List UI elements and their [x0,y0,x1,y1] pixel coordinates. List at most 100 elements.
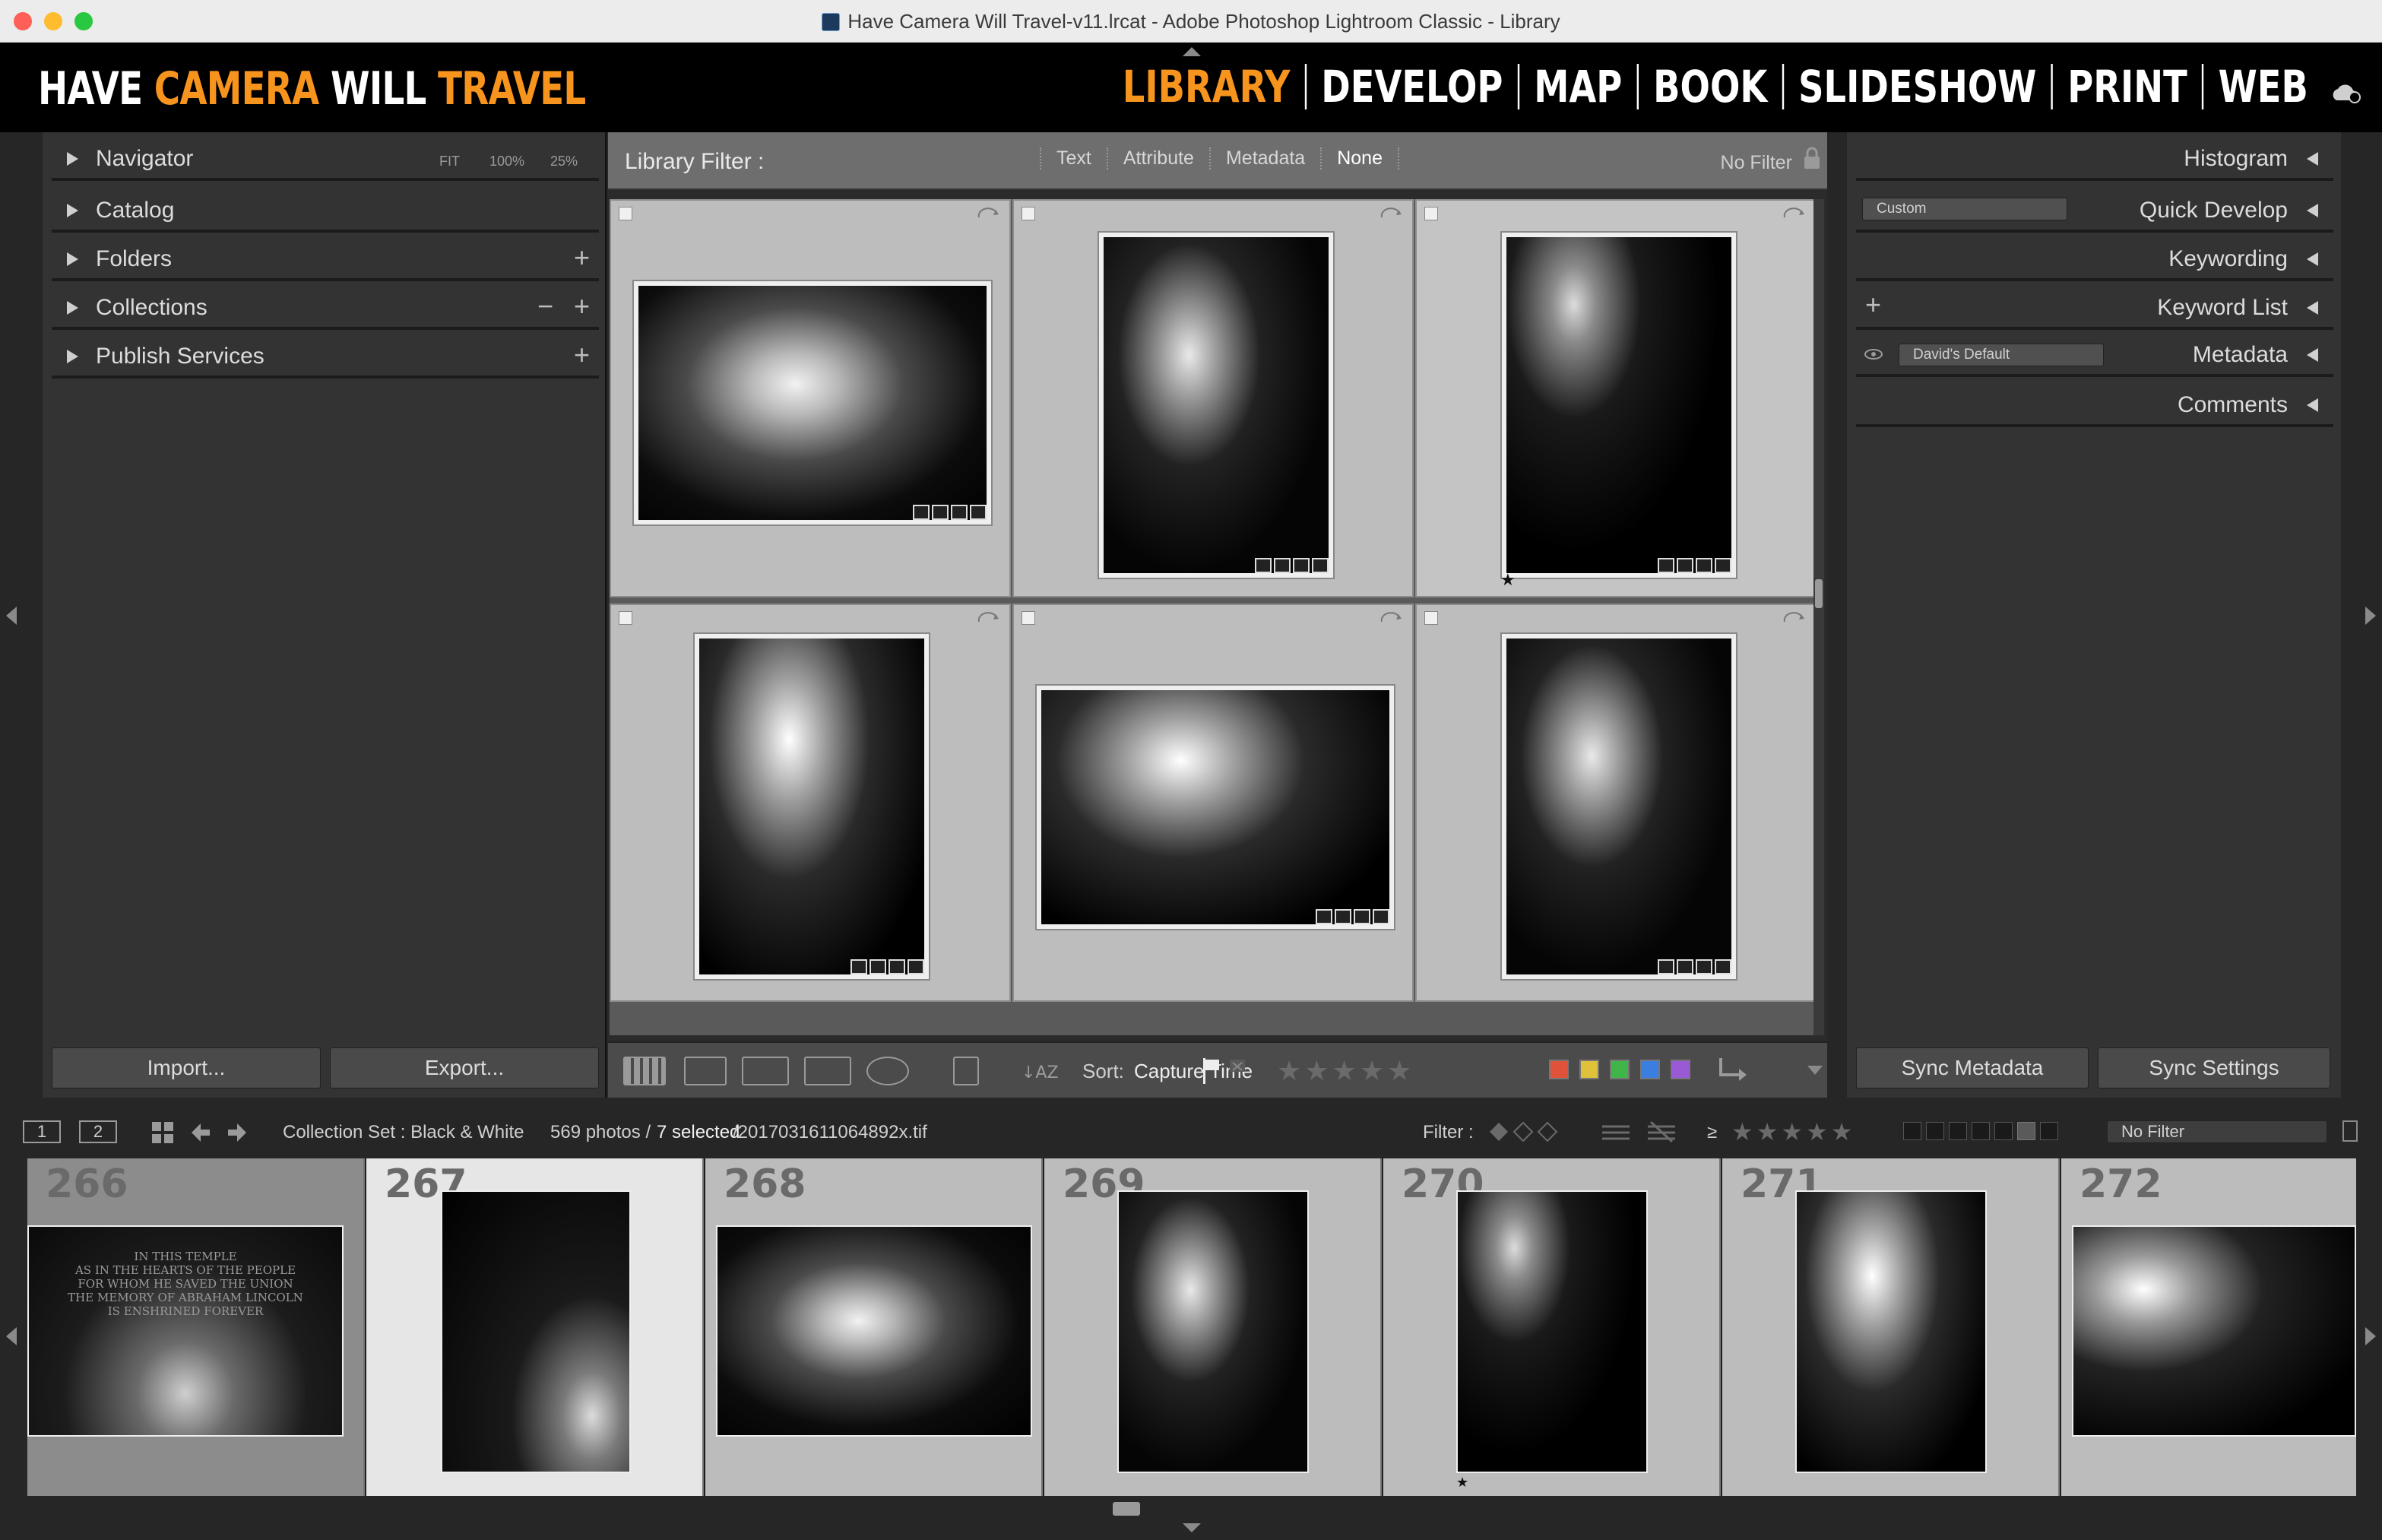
zoom-25[interactable]: 25% [550,154,578,170]
color-filter-swatch[interactable] [2040,1122,2058,1140]
people-view-icon[interactable] [866,1057,909,1085]
rating-filter-stars[interactable]: ★★★★★ [1731,1117,1855,1146]
collections-header[interactable]: Collections − + [52,284,599,330]
photo-thumbnail[interactable] [1456,1190,1648,1473]
star-rating-control[interactable]: ★★★★★ [1277,1055,1414,1087]
filmstrip-cell[interactable]: 266 IN THIS TEMPLE AS IN THE HEARTS OF T… [27,1158,365,1496]
flag-icon[interactable] [619,611,632,625]
flag-filter-icons[interactable] [1487,1120,1563,1143]
photo-thumbnail[interactable] [1500,231,1737,579]
quick-develop-header[interactable]: Custom Quick Develop [1856,187,2333,233]
filmstrip-filter-preset-select[interactable]: No Filter [2107,1120,2327,1143]
filter-tab-attribute[interactable]: Attribute [1106,147,1209,170]
color-filter-swatch[interactable] [1903,1122,1921,1140]
flag-icon[interactable] [1022,611,1035,625]
rotate-icon[interactable] [1379,611,1405,628]
color-label-red[interactable] [1549,1060,1569,1079]
star-rating[interactable]: ★ [1456,1475,1468,1491]
add-publish-service-icon[interactable]: + [574,339,590,371]
rotate-right-icon[interactable] [1716,1055,1751,1085]
module-slideshow[interactable]: SLIDESHOW [1784,64,2054,109]
add-collection-icon[interactable]: + [574,290,590,322]
collapse-triangle-icon[interactable] [2307,398,2318,412]
collapse-triangle-icon[interactable] [2307,152,2318,166]
left-panel-toggle-icon[interactable] [6,607,17,625]
grid-cell[interactable] [1415,604,1817,1002]
filter-lock-icon[interactable] [2342,1120,2358,1142]
grid-cell[interactable] [610,199,1011,597]
filmstrip-cell[interactable]: 271 [1722,1158,2060,1496]
flag-pick-icon[interactable] [1201,1057,1222,1085]
grid-scrollbar[interactable] [1813,199,1824,1035]
metadata-header[interactable]: David's Default Metadata [1856,331,2333,377]
color-label-blue[interactable] [1640,1060,1660,1079]
metadata-preset-select[interactable]: David's Default [1899,344,2104,366]
grid-view-icon[interactable] [623,1057,666,1085]
photo-thumbnail[interactable] [441,1190,631,1473]
rotate-icon[interactable] [1782,611,1807,628]
flag-icon[interactable] [619,207,632,220]
photo-thumbnail[interactable] [1035,684,1395,930]
flag-icon[interactable] [1424,207,1438,220]
color-filter-swatch[interactable] [2017,1122,2035,1140]
filter-tab-none[interactable]: None [1320,147,1399,170]
cloud-sync-icon[interactable] [2329,81,2362,103]
color-filter-swatch[interactable] [1972,1122,1990,1140]
add-keyword-icon[interactable]: + [1865,289,1881,321]
collapse-triangle-icon[interactable] [2307,252,2318,266]
right-panel-toggle-icon[interactable] [2365,607,2376,625]
grid-cell[interactable] [1012,604,1414,1002]
publish-services-header[interactable]: Publish Services + [52,333,599,379]
remove-collection-icon[interactable]: − [537,290,553,322]
zoom-fit[interactable]: FIT [439,154,460,170]
rotate-icon[interactable] [976,611,1002,628]
photo-thumbnail[interactable] [632,280,993,526]
export-button[interactable]: Export... [330,1047,599,1088]
bottom-panel-toggle-icon[interactable] [1183,1523,1201,1532]
expand-triangle-icon[interactable] [67,204,78,217]
photo-thumbnail[interactable] [1500,632,1737,981]
filter-tab-metadata[interactable]: Metadata [1208,147,1320,170]
photo-thumbnail[interactable] [1117,1190,1309,1473]
keywording-header[interactable]: Keywording [1856,236,2333,281]
color-label-yellow[interactable] [1579,1060,1599,1079]
module-library[interactable]: LIBRARY [1108,64,1307,109]
grid-cell[interactable] [610,604,1011,1002]
sort-direction-icon[interactable]: ↓AZ [1018,1057,1069,1085]
edited-filter-icon[interactable] [1599,1120,1633,1143]
flag-icon[interactable] [1424,611,1438,625]
collapse-triangle-icon[interactable] [2307,204,2318,217]
module-map[interactable]: MAP [1519,64,1639,109]
flag-icon[interactable] [1022,207,1035,220]
sync-settings-button[interactable]: Sync Settings [2098,1047,2330,1088]
sync-metadata-button[interactable]: Sync Metadata [1856,1047,2089,1088]
catalog-header[interactable]: Catalog [52,187,599,233]
module-develop[interactable]: DEVELOP [1307,64,1520,109]
zoom-100[interactable]: 100% [489,154,524,170]
expand-triangle-icon[interactable] [67,301,78,315]
add-folder-icon[interactable]: + [574,242,590,274]
main-window-button[interactable]: 1 [23,1120,61,1143]
color-filter-swatches[interactable] [1903,1122,2058,1140]
toolbar-menu-chevron-icon[interactable] [1806,1063,1824,1078]
grid-cell[interactable]: ★ [1415,199,1817,597]
selected-filename[interactable]: /2017031611064892x.tif [733,1122,927,1143]
grid-icon[interactable] [150,1120,175,1145]
expand-triangle-icon[interactable] [67,252,78,266]
star-rating[interactable]: ★ [1500,570,1516,590]
expand-triangle-icon[interactable] [67,152,78,166]
filmstrip-cell[interactable]: 267 [366,1158,704,1496]
photo-thumbnail[interactable] [716,1225,1032,1437]
quick-develop-preset-select[interactable]: Custom [1862,198,2067,220]
rotate-icon[interactable] [1379,207,1405,223]
photo-thumbnail[interactable]: IN THIS TEMPLE AS IN THE HEARTS OF THE P… [27,1225,344,1437]
lock-icon[interactable] [1803,146,1821,170]
flag-reject-icon[interactable] [1228,1057,1246,1085]
filmstrip-cell[interactable]: 268 [705,1158,1043,1496]
photo-thumbnail[interactable] [2072,1225,2356,1437]
filmstrip-cell[interactable]: 272 [2061,1158,2356,1496]
collapse-triangle-icon[interactable] [2307,348,2318,362]
loupe-view-icon[interactable] [684,1057,727,1085]
back-arrow-icon[interactable] [190,1122,211,1143]
module-print[interactable]: PRINT [2053,64,2204,109]
